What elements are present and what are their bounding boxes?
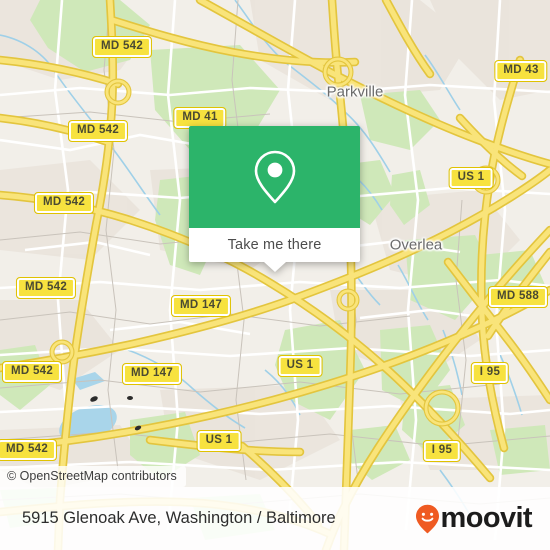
road-shield: MD 588 — [487, 286, 549, 308]
road-shield: MD 542 — [15, 277, 77, 299]
road-shield: US 1 — [196, 430, 242, 452]
road-shield-label: I 95 — [479, 366, 501, 378]
map-location-popup[interactable]: Take me there — [189, 126, 360, 272]
popup-image-panel — [189, 126, 360, 228]
road-shield-label: MD 542 — [5, 443, 49, 455]
place-label-text: Parkville — [326, 83, 384, 101]
road-shield-label: MD 542 — [100, 40, 144, 52]
place-label-parkville: Parkville — [327, 84, 384, 101]
road-shield-label: I 95 — [431, 444, 453, 456]
road-shield: MD 41 — [173, 107, 227, 129]
road-shield-label: MD 41 — [182, 111, 218, 123]
road-shield: MD 542 — [67, 120, 129, 142]
road-shield-label: MD 542 — [42, 196, 86, 208]
road-shield-label: MD 542 — [24, 281, 68, 293]
road-shield-label: MD 147 — [179, 299, 223, 311]
road-shield-label: MD 542 — [76, 124, 120, 136]
road-shield: US 1 — [277, 355, 323, 377]
place-label-text: Overlea — [389, 236, 443, 254]
road-shield: MD 147 — [170, 295, 232, 317]
address-label: 5915 Glenoak Ave, Washington / Baltimore — [22, 509, 336, 527]
take-me-there-button[interactable]: Take me there — [189, 228, 360, 262]
location-pin-icon — [254, 150, 295, 204]
moovit-logo[interactable]: moovit — [415, 502, 533, 534]
road-shield-label: MD 588 — [496, 290, 540, 302]
osm-attribution[interactable]: © OpenStreetMap contributors — [0, 466, 186, 487]
road-shield-label: MD 147 — [130, 367, 174, 379]
popup-pointer — [263, 262, 286, 272]
road-shield: MD 542 — [91, 36, 153, 58]
road-shield: MD 147 — [121, 363, 183, 385]
road-shield: MD 542 — [0, 439, 58, 461]
footer-bar: 5915 Glenoak Ave, Washington / Baltimore… — [0, 487, 550, 550]
road-shield-label: US 1 — [457, 171, 485, 183]
road-shield-label: MD 542 — [10, 365, 54, 377]
moovit-smiley-pin-icon — [415, 504, 439, 533]
osm-attribution-text: © OpenStreetMap contributors — [7, 469, 177, 483]
moovit-wordmark: moovit — [440, 502, 533, 534]
place-label-overlea: Overlea — [390, 237, 443, 254]
road-shield-label: US 1 — [286, 359, 314, 371]
map-screenshot: Parkville Overlea MD 542 MD 43 MD 542 MD… — [0, 0, 550, 550]
road-shield: US 1 — [448, 167, 494, 189]
road-shield: MD 542 — [1, 361, 63, 383]
road-shield: MD 43 — [494, 60, 548, 82]
road-shield: I 95 — [470, 362, 510, 384]
road-shield: MD 542 — [33, 192, 95, 214]
take-me-there-label: Take me there — [227, 237, 322, 253]
road-shield: I 95 — [422, 440, 462, 462]
road-shield-label: US 1 — [205, 434, 233, 446]
road-shield-label: MD 43 — [503, 64, 539, 76]
